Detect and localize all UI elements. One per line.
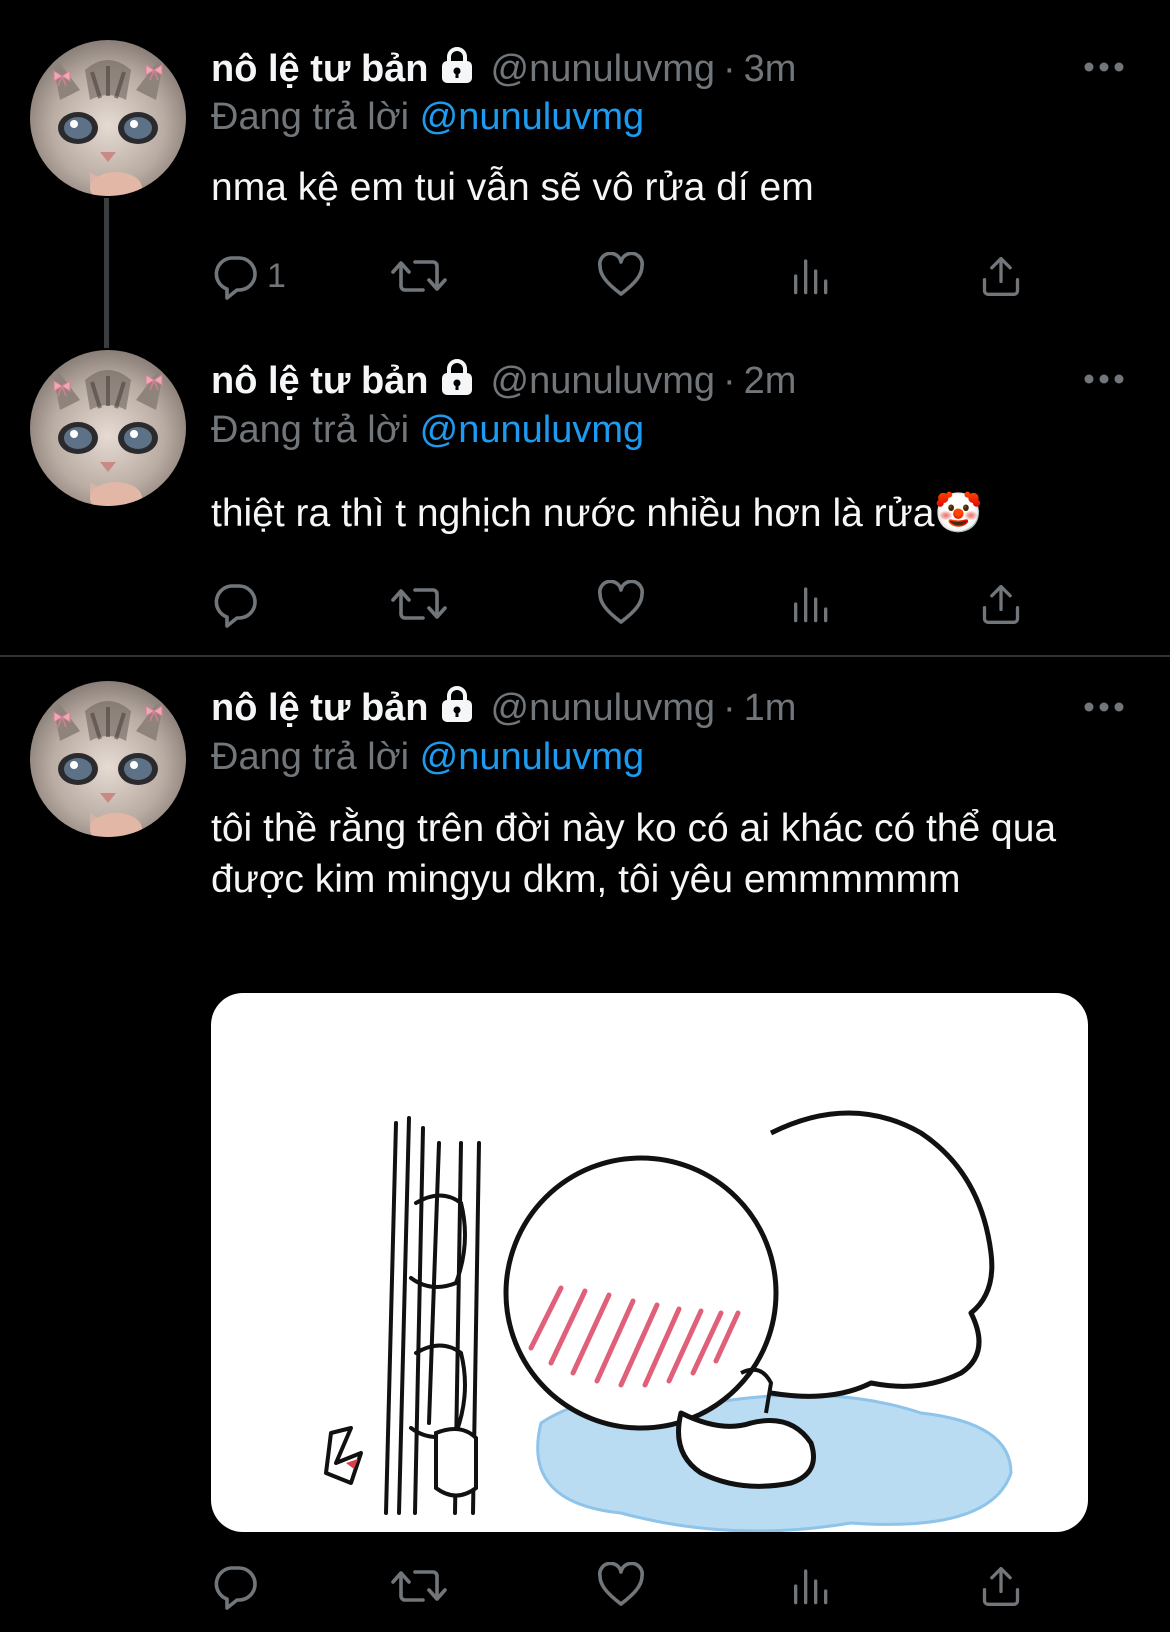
replying-to: Đang trả lời @nunuluvmg	[211, 732, 644, 782]
replying-to: Đang trả lời @nunuluvmg	[211, 92, 644, 142]
reply-mention[interactable]: @nunuluvmg	[420, 736, 644, 778]
tweet-header: nô lệ tư bản @nunuluvmg · 1m	[211, 683, 796, 733]
lock-icon	[437, 45, 477, 98]
reply-button[interactable]	[211, 1562, 267, 1610]
action-bar	[211, 1562, 1031, 1610]
tweet-header: nô lệ tư bản @nunuluvmg · 2m	[211, 356, 796, 406]
views-button[interactable]	[789, 1562, 829, 1610]
timestamp[interactable]: 2m	[744, 360, 797, 402]
retweet-button[interactable]	[391, 580, 447, 628]
share-button[interactable]	[979, 580, 1023, 628]
reply-prefix: Đang trả lời	[211, 96, 410, 138]
more-dots-icon[interactable]	[1082, 695, 1126, 719]
tweet-text: thiệt ra thì t nghịch nước nhiều hơn là …	[211, 492, 983, 535]
tweet[interactable]: nô lệ tư bản @nunuluvmg · 2m Đang trả lời @…	[0, 330, 1170, 655]
avatar[interactable]	[30, 350, 186, 506]
heart-icon	[597, 580, 645, 628]
avatar[interactable]	[30, 40, 186, 196]
share-button[interactable]	[979, 1562, 1023, 1610]
retweet-icon	[391, 252, 447, 300]
tweet-media-image[interactable]	[211, 993, 1088, 1532]
separator: ·	[723, 48, 736, 90]
action-bar: 1	[211, 252, 1031, 300]
avatar[interactable]	[30, 681, 186, 837]
reply-button[interactable]: 1	[211, 252, 286, 300]
reply-mention[interactable]: @nunuluvmg	[420, 409, 644, 451]
reply-icon	[211, 1562, 259, 1610]
like-button[interactable]	[597, 1562, 645, 1610]
timestamp[interactable]: 1m	[744, 687, 797, 729]
tweet[interactable]: nô lệ tư bản @nunuluvmg · 3m Đang trả lời @…	[0, 0, 1170, 330]
heart-icon	[597, 1562, 645, 1610]
tweet-text: tôi thề rằng trên đời này ko có ai khác …	[211, 807, 1057, 901]
handle[interactable]: @nunuluvmg	[491, 48, 715, 90]
share-button[interactable]	[979, 252, 1023, 300]
more-dots-icon[interactable]	[1082, 367, 1126, 391]
views-button[interactable]	[789, 252, 829, 300]
reply-count: 1	[267, 256, 286, 295]
share-icon	[979, 254, 1023, 298]
reply-icon	[211, 252, 259, 300]
handle[interactable]: @nunuluvmg	[491, 360, 715, 402]
display-name[interactable]: nô lệ tư bản	[211, 687, 429, 729]
views-button[interactable]	[789, 580, 829, 628]
reply-prefix: Đang trả lời	[211, 409, 410, 451]
retweet-button[interactable]	[391, 1562, 447, 1610]
handle[interactable]: @nunuluvmg	[491, 687, 715, 729]
views-icon	[789, 1564, 829, 1608]
tweet-text: nma kệ em tui vẫn sẽ vô rửa dí em	[211, 166, 814, 209]
like-button[interactable]	[597, 252, 645, 300]
reply-mention[interactable]: @nunuluvmg	[420, 96, 644, 138]
reply-prefix: Đang trả lời	[211, 736, 410, 778]
reply-icon	[211, 580, 259, 628]
views-icon	[789, 254, 829, 298]
action-bar	[211, 580, 1031, 628]
tweet-header: nô lệ tư bản @nunuluvmg · 3m	[211, 44, 796, 94]
lock-icon	[437, 684, 477, 737]
share-icon	[979, 582, 1023, 626]
display-name[interactable]: nô lệ tư bản	[211, 360, 429, 402]
retweet-icon	[391, 1562, 447, 1610]
heart-icon	[597, 252, 645, 300]
separator: ·	[723, 687, 736, 729]
like-button[interactable]	[597, 580, 645, 628]
replying-to: Đang trả lời @nunuluvmg	[211, 405, 644, 455]
views-icon	[789, 582, 829, 626]
more-dots-icon[interactable]	[1082, 55, 1126, 79]
reply-button[interactable]	[211, 580, 267, 628]
retweet-button[interactable]	[391, 252, 447, 300]
lock-icon	[437, 357, 477, 410]
share-icon	[979, 1564, 1023, 1608]
separator: ·	[723, 360, 736, 402]
display-name[interactable]: nô lệ tư bản	[211, 48, 429, 90]
retweet-icon	[391, 580, 447, 628]
timestamp[interactable]: 3m	[744, 48, 797, 90]
